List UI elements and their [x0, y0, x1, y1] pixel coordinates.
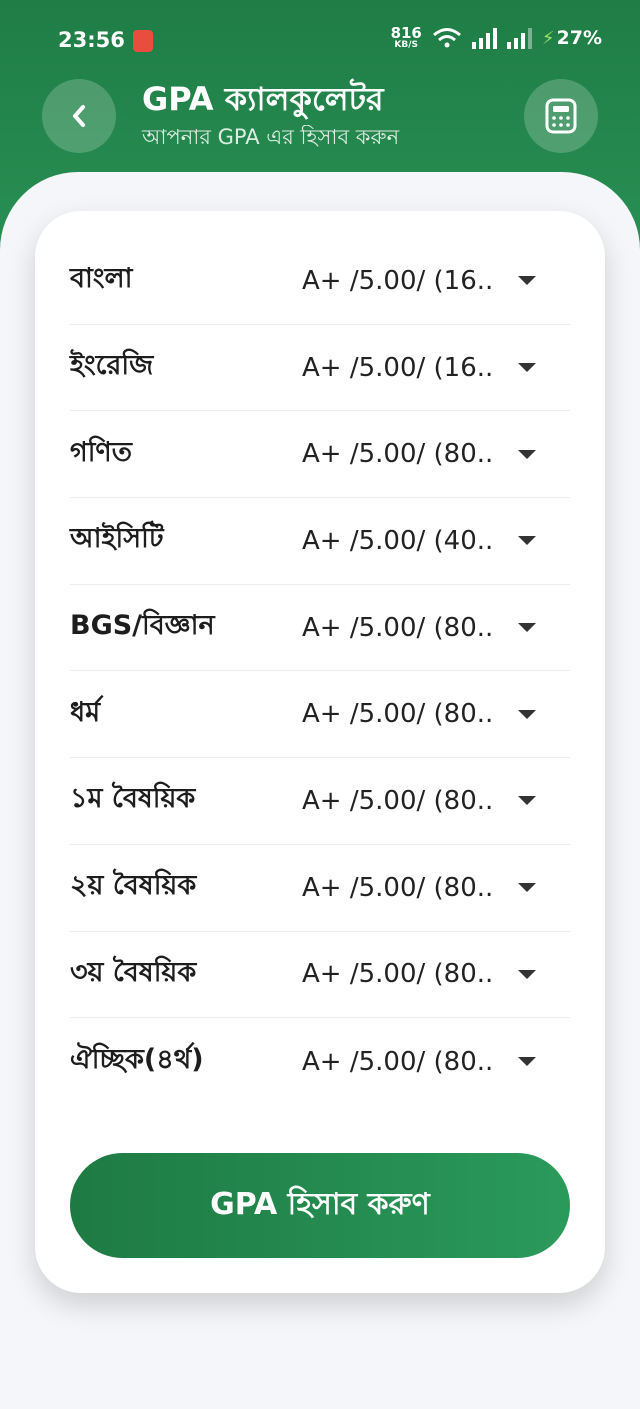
subject-list: বাংলা A+ /5.00/ (16.. ইংরেজি A+ /5.00/ (…: [70, 238, 570, 1105]
subject-row[interactable]: বাংলা A+ /5.00/ (16..: [70, 238, 570, 325]
dropdown-arrow-icon[interactable]: [518, 449, 536, 459]
grade-select[interactable]: A+ /5.00/ (80..: [302, 439, 493, 469]
notification-app-icon: [133, 30, 153, 52]
signal-2-icon: [506, 27, 532, 49]
subject-row[interactable]: গণিত A+ /5.00/ (80..: [70, 411, 570, 499]
status-bar: 23:56 816 KB/S ⚡ 27%: [0, 22, 640, 62]
dropdown-arrow-icon[interactable]: [518, 709, 536, 719]
status-indicators: 816 KB/S ⚡ 27%: [391, 26, 602, 50]
dropdown-arrow-icon[interactable]: [518, 363, 536, 373]
calculator-icon: [545, 98, 577, 134]
dropdown-arrow-icon[interactable]: [518, 796, 536, 806]
signal-icon: [471, 27, 497, 49]
grade-select[interactable]: A+ /5.00/ (80..: [302, 1047, 493, 1077]
grade-select[interactable]: A+ /5.00/ (80..: [302, 613, 493, 643]
page-title: GPA ক্যালকুলেটর: [142, 80, 384, 118]
dropdown-arrow-icon[interactable]: [518, 1057, 536, 1067]
status-time: 23:56: [58, 28, 125, 52]
header-titles: GPA ক্যালকুলেটর আপনার GPA এর হিসাব করুন: [142, 78, 399, 152]
dropdown-arrow-icon[interactable]: [518, 276, 536, 286]
chevron-left-icon: [73, 105, 85, 127]
calculator-button[interactable]: [524, 79, 598, 153]
subject-name: গণিত: [70, 436, 133, 468]
subject-row[interactable]: ১ম বৈষয়িক A+ /5.00/ (80..: [70, 758, 570, 845]
subject-name: ধর্ম: [70, 696, 101, 728]
subject-row[interactable]: ইংরেজি A+ /5.00/ (16..: [70, 325, 570, 412]
dropdown-arrow-icon[interactable]: [518, 883, 536, 893]
subject-name: ২য় বৈষয়িক: [70, 870, 197, 902]
grade-select[interactable]: A+ /5.00/ (40..: [302, 526, 493, 556]
subject-row[interactable]: ২য় বৈষয়িক A+ /5.00/ (80..: [70, 845, 570, 932]
battery-percent: 27%: [556, 27, 602, 49]
subject-name: বাংলা: [70, 263, 133, 295]
charging-icon: ⚡: [541, 27, 555, 49]
dropdown-arrow-icon[interactable]: [518, 536, 536, 546]
subject-row[interactable]: BGS/বিজ্ঞান A+ /5.00/ (80..: [70, 585, 570, 672]
grade-select[interactable]: A+ /5.00/ (16..: [302, 353, 493, 383]
subject-row[interactable]: ঐচ্ছিক(৪র্থ) A+ /5.00/ (80..: [70, 1018, 570, 1105]
subject-row[interactable]: ধর্ম A+ /5.00/ (80..: [70, 671, 570, 759]
subject-name: ৩য় বৈষয়িক: [70, 956, 197, 988]
dropdown-arrow-icon[interactable]: [518, 969, 536, 979]
subject-row[interactable]: ৩য় বৈষয়িক A+ /5.00/ (80..: [70, 932, 570, 1019]
page-subtitle: আপনার GPA এর হিসাব করুন: [142, 125, 400, 149]
subject-name: BGS/বিজ্ঞান: [70, 610, 215, 642]
network-speed: 816 KB/S: [391, 26, 422, 50]
back-button[interactable]: [42, 79, 116, 153]
subject-name: ১ম বৈষয়িক: [70, 783, 196, 815]
subject-row[interactable]: আইসিটি A+ /5.00/ (40..: [70, 498, 570, 585]
wifi-icon: [432, 28, 461, 48]
grade-select[interactable]: A+ /5.00/ (16..: [302, 266, 493, 296]
network-speed-unit: KB/S: [394, 40, 419, 50]
grade-select[interactable]: A+ /5.00/ (80..: [302, 786, 493, 816]
grade-select[interactable]: A+ /5.00/ (80..: [302, 873, 493, 903]
dropdown-arrow-icon[interactable]: [518, 623, 536, 633]
calculate-gpa-button[interactable]: GPA হিসাব করুণ: [70, 1153, 570, 1258]
subject-name: ঐচ্ছিক(৪র্থ): [70, 1044, 204, 1076]
battery-indicator: ⚡ 27%: [542, 27, 602, 49]
grade-select[interactable]: A+ /5.00/ (80..: [302, 959, 493, 989]
subject-name: ইংরেজি: [70, 350, 154, 382]
network-speed-value: 816: [390, 24, 422, 42]
subject-name: আইসিটি: [70, 523, 164, 555]
subjects-card: বাংলা A+ /5.00/ (16.. ইংরেজি A+ /5.00/ (…: [35, 211, 605, 1293]
grade-select[interactable]: A+ /5.00/ (80..: [302, 699, 493, 729]
